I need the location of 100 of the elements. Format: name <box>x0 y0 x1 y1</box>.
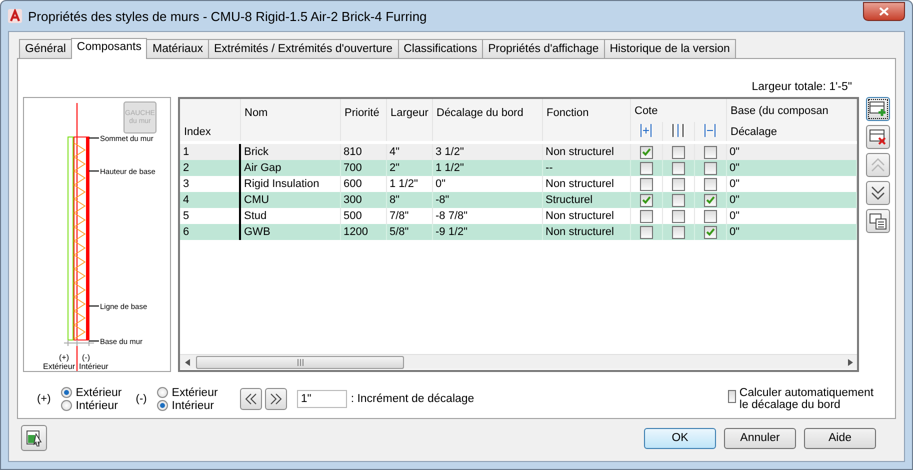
checkbox[interactable] <box>640 210 652 222</box>
side-sign: (-) <box>136 393 147 405</box>
tab[interactable]: Propriétés d'affichage <box>482 39 605 58</box>
delete-component-button[interactable] <box>866 125 890 149</box>
table-cell: 4 <box>180 192 240 208</box>
tab[interactable]: Historique de la version <box>604 39 736 58</box>
tab[interactable]: Matériaux <box>146 39 209 58</box>
tab[interactable]: Composants <box>70 38 148 59</box>
down-component-button[interactable] <box>866 181 890 205</box>
table-cell: -- <box>542 160 630 176</box>
checkbox[interactable] <box>704 210 716 222</box>
column-header: Priorité <box>340 99 386 141</box>
side-sign: (+) <box>59 353 69 362</box>
checkbox[interactable] <box>672 194 684 206</box>
tab[interactable]: Général <box>19 39 72 58</box>
checkbox[interactable] <box>672 178 684 190</box>
offset-increment-field[interactable]: 1" <box>296 390 347 408</box>
side-sign: (+) <box>37 393 51 405</box>
close-button[interactable] <box>863 2 905 20</box>
table-cell: Non structurel <box>542 224 630 240</box>
offset-increment-label: : Incrément de décalage <box>350 393 474 405</box>
side-label: Extérieur <box>42 362 75 371</box>
table-cell: 3 1/2" <box>432 144 542 160</box>
delete-row-icon <box>868 127 888 147</box>
column-header: Index <box>180 99 240 141</box>
side-label: Intérieur <box>79 362 108 371</box>
column-header: Nom <box>240 99 340 141</box>
dialog-button[interactable]: Annuler <box>724 428 796 448</box>
plus-side-icon <box>640 124 652 136</box>
checkbox[interactable] <box>704 194 716 206</box>
column-header: Base (du composan <box>726 99 856 122</box>
table-cell: 1 <box>180 144 240 160</box>
table-cell: Non structurel <box>542 144 630 160</box>
table-cell: 0" <box>726 224 856 240</box>
radio-button[interactable]: Extérieur <box>156 386 218 398</box>
radio-button[interactable]: Intérieur <box>156 400 218 412</box>
leader-line <box>88 170 100 172</box>
checkbox[interactable] <box>704 146 716 158</box>
window-cursor-icon <box>25 429 43 447</box>
table-cell: Brick <box>240 144 340 160</box>
column-header: Décalage <box>726 122 856 141</box>
column-header: Fonction <box>542 99 630 141</box>
table-cell: 4" <box>386 144 432 160</box>
checkbox[interactable] <box>704 178 716 190</box>
dialog-button[interactable]: Aide <box>804 428 876 448</box>
add-component-button[interactable] <box>866 97 890 121</box>
table-cell: 0" <box>726 192 856 208</box>
checkbox[interactable] <box>640 178 652 190</box>
leader-line <box>88 340 100 342</box>
checkbox[interactable] <box>672 226 684 238</box>
table-cell: 700 <box>340 160 386 176</box>
checkbox[interactable] <box>640 194 652 206</box>
radio-button[interactable]: Extérieur <box>60 386 122 398</box>
double-chevron-right-icon <box>270 393 282 405</box>
increase-offset-button[interactable] <box>264 388 287 410</box>
app-logo-icon <box>8 9 22 23</box>
checkbox[interactable] <box>640 226 652 238</box>
dialog-button[interactable]: OK <box>644 428 716 448</box>
table-cell: 1200 <box>340 224 386 240</box>
checkbox[interactable] <box>672 210 684 222</box>
table-cell: -9 1/2" <box>432 224 542 240</box>
scroll-left-icon[interactable] <box>184 358 190 366</box>
minus-side-icon <box>704 124 716 136</box>
checkbox[interactable] <box>640 146 652 158</box>
scroll-right-icon[interactable] <box>848 358 852 366</box>
table-cell: 300 <box>340 192 386 208</box>
tab[interactable]: Classifications <box>398 39 484 58</box>
copy-icon <box>868 211 888 231</box>
table-cell: 6 <box>180 224 240 240</box>
table-cell: 0" <box>726 160 856 176</box>
double-chevron-left-icon <box>244 393 257 405</box>
radio-button[interactable]: Intérieur <box>60 400 122 412</box>
table-cell: Air Gap <box>240 160 340 176</box>
table-cell: 810 <box>340 144 386 160</box>
checkbox[interactable] <box>704 226 716 238</box>
table-cell: -8" <box>432 192 542 208</box>
window-icon-button[interactable] <box>21 425 47 451</box>
copy-component-button[interactable] <box>866 209 890 233</box>
checkbox[interactable] <box>640 162 652 174</box>
checkbox[interactable] <box>672 146 684 158</box>
table-cell: 0" <box>726 144 856 160</box>
close-icon <box>879 6 889 16</box>
table-cell: 2" <box>386 160 432 176</box>
grip-icon <box>296 358 304 366</box>
table-cell: 5/8" <box>386 224 432 240</box>
table-cell: 8" <box>386 192 432 208</box>
total-width-label: Largeur totale: 1'-5" <box>752 81 852 95</box>
decrease-offset-button[interactable] <box>240 388 262 410</box>
checkbox[interactable] <box>728 390 736 403</box>
column-header: Largeur <box>386 99 432 141</box>
checkbox[interactable] <box>704 162 716 174</box>
column-header: Cote <box>630 99 726 122</box>
checkbox[interactable] <box>672 162 684 174</box>
tab[interactable]: Extrémités / Extrémités d'ouverture <box>208 39 399 58</box>
window-title: Propriétés des styles de murs - CMU-8 Rigid-1.5 Air-2 Brick-4 Furring <box>28 8 428 24</box>
table-cell: CMU <box>240 192 340 208</box>
side-sign: (-) <box>82 353 90 362</box>
column-header: Décalage du bord <box>432 99 542 141</box>
horizontal-scrollbar[interactable] <box>180 354 857 369</box>
table-cell: 1 1/2" <box>432 160 542 176</box>
